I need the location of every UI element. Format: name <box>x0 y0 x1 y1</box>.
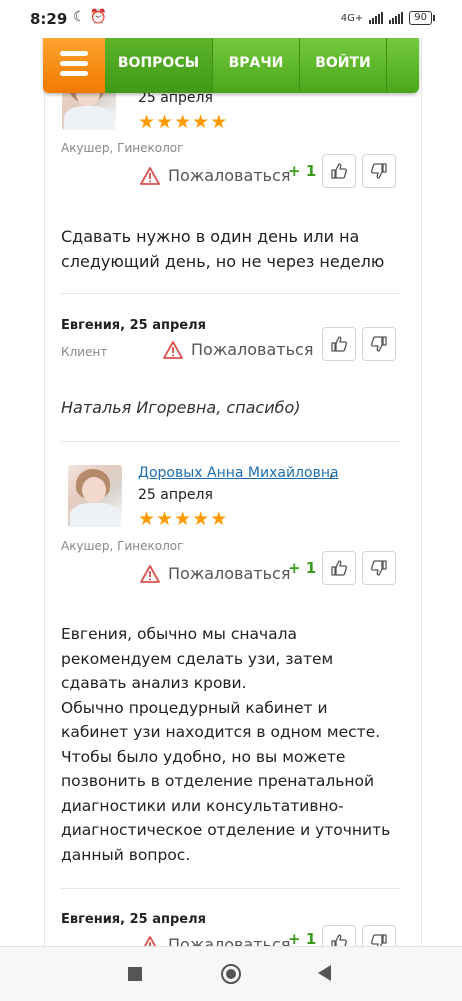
nav-doctors[interactable]: ВРАЧИ <box>213 33 300 93</box>
answer-line: Чтобы было удобно, но вы можете <box>61 747 346 766</box>
thumbs-up-icon <box>331 560 348 576</box>
star-icon: ★ <box>174 508 192 530</box>
comment-author: Евгения, 25 апреля <box>61 318 206 333</box>
complain-link[interactable]: Пожаловаться <box>140 564 290 583</box>
star-icon: ★ <box>138 111 156 133</box>
doctor-specialty: Акушер, Гинеколог <box>61 141 184 155</box>
doctor-name-link[interactable]: Доровых Анна Михайловна <box>138 465 339 481</box>
thumbs-down-button[interactable] <box>362 551 396 585</box>
answer-line: диагностики или консультативно- <box>61 796 344 815</box>
answer-line: диагностическое отделение и уточнить <box>61 821 391 839</box>
doctor-specialty: Акушер, Гинеколог <box>61 539 184 553</box>
warning-icon <box>140 564 160 583</box>
thumbs-down-icon <box>370 560 387 576</box>
thumbs-down-icon <box>370 163 387 179</box>
network-type: 4G+ <box>340 12 364 24</box>
home-icon[interactable] <box>221 964 241 984</box>
status-time: 8:29 <box>30 10 68 28</box>
thumbs-up-button[interactable] <box>322 551 356 585</box>
answer-line: рекомендуем сделать узи, затем <box>61 649 334 668</box>
recent-apps-icon[interactable] <box>128 967 142 981</box>
complain-label: Пожаловаться <box>191 340 314 359</box>
signal-icon <box>369 12 384 24</box>
name-comma: , <box>329 465 334 481</box>
answer-date: 25 апреля <box>138 487 213 503</box>
complain-label: Пожаловаться <box>168 166 291 185</box>
star-icon: ★ <box>138 508 156 530</box>
thumbs-down-icon <box>370 336 387 352</box>
status-bar: 8:29 ☾⏰ 4G+ 90 <box>0 0 462 38</box>
nav-login[interactable]: ВОЙТИ <box>300 33 387 93</box>
answer-line: позвонить в отделение пренатальной <box>61 772 375 790</box>
divider <box>61 441 401 442</box>
thumbs-up-button[interactable] <box>322 327 356 361</box>
top-navigation: ВОПРОСЫ ВРАЧИ ВОЙТИ <box>43 33 419 93</box>
divider <box>61 293 401 294</box>
thumbs-down-button[interactable] <box>362 327 396 361</box>
back-icon[interactable] <box>318 965 331 981</box>
complain-link[interactable]: Пожаловаться <box>140 166 290 185</box>
status-icons: ☾⏰ <box>73 9 111 25</box>
answer-line: данный вопрос. <box>61 845 191 864</box>
warning-icon <box>140 166 160 185</box>
star-icon: ★ <box>192 508 210 530</box>
star-icon: ★ <box>174 111 192 133</box>
answer-line: Обычно процедурный кабинет и <box>61 698 328 717</box>
star-icon: ★ <box>210 111 228 133</box>
star-icon: ★ <box>156 508 174 530</box>
do-not-disturb-icon: ☾ <box>73 9 90 25</box>
answer-line: сдавать анализ крови. <box>61 674 247 692</box>
battery-icon: 90 <box>409 11 435 25</box>
complain-link[interactable]: Пожаловаться <box>163 340 313 359</box>
alarm-icon: ⏰ <box>89 9 111 25</box>
doctor-avatar[interactable] <box>68 465 122 527</box>
comment-role: Клиент <box>61 345 108 359</box>
comment-author: Евгения, 25 апреля <box>61 912 206 927</box>
hamburger-menu-icon[interactable] <box>43 33 105 93</box>
answer-line: кабинет узи находится в одном месте. <box>61 723 381 741</box>
doctor-answer-text: Сдавать нужно в один день или на следующ… <box>61 227 385 271</box>
nav-questions[interactable]: ВОПРОСЫ <box>105 33 213 93</box>
complain-label: Пожаловаться <box>168 564 291 583</box>
vote-count: + 1 <box>288 162 317 180</box>
answer-line: Евгения, обычно мы сначала <box>61 625 298 643</box>
doctor-answer-text: Евгения, обычно мы сначала рекомендуем с… <box>61 622 401 867</box>
signal-icon-2 <box>389 12 404 24</box>
star-icon: ★ <box>192 111 210 133</box>
rating-stars: ★ ★ ★ ★ ★ <box>138 113 227 132</box>
android-navigation-bar <box>0 946 462 1001</box>
star-icon: ★ <box>210 508 228 530</box>
rating-stars: ★ ★ ★ ★ ★ <box>138 510 227 529</box>
thumbs-up-icon <box>331 163 348 179</box>
thumbs-up-button[interactable] <box>322 154 356 188</box>
star-icon: ★ <box>156 111 174 133</box>
thumbs-up-icon <box>331 336 348 352</box>
vote-count: + 1 <box>288 559 317 577</box>
comment-text: Наталья Игоревна, спасибо) <box>61 398 301 417</box>
divider <box>61 888 401 889</box>
warning-icon <box>163 340 183 359</box>
thumbs-down-button[interactable] <box>362 154 396 188</box>
